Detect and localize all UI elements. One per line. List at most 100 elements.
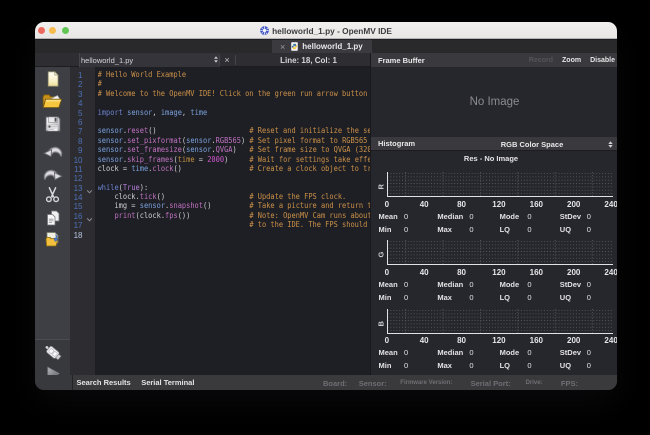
openmv-ide-window: helloworld_1.py - OpenMV IDE × helloworl… (35, 22, 617, 390)
tab-helloworld[interactable]: × helloworld_1.py (272, 40, 372, 53)
document-tabbar: × helloworld_1.py (35, 40, 617, 53)
titlebar[interactable]: helloworld_1.py - OpenMV IDE (35, 22, 617, 39)
stat-value: 0 (527, 361, 531, 370)
color-space-dropdown[interactable]: RGB Color Space (446, 137, 617, 151)
stat-label: Min (379, 361, 392, 370)
record-button[interactable]: Record (529, 57, 553, 64)
paste-icon[interactable] (35, 231, 70, 247)
toolbar-sidebar (35, 67, 70, 375)
x-tick-label: 160 (530, 336, 543, 345)
line-number: 18 (70, 231, 82, 240)
stat-value: 0 (527, 212, 531, 221)
redo-icon[interactable] (35, 167, 70, 182)
line-number: 12 (70, 174, 82, 183)
new-file-icon[interactable] (35, 71, 70, 87)
x-tick-label: 0 (385, 268, 389, 277)
code-token: snapshot (169, 202, 203, 211)
tab-label: helloworld_1.py (302, 42, 362, 51)
app-icon (260, 26, 269, 35)
code-token: # Welcome to the OpenMV IDE! Click on th… (98, 89, 370, 98)
open-folder-icon[interactable] (35, 92, 70, 110)
stat-label: Mode (500, 348, 520, 357)
stat-label: Mode (500, 212, 520, 221)
x-tick-label: 0 (385, 200, 389, 209)
copy-icon[interactable] (35, 210, 70, 226)
statusbar-search-results[interactable]: Search Results (77, 378, 131, 387)
x-tick-label: 200 (567, 336, 580, 345)
code-token: sensor (127, 108, 152, 117)
line-number: 13 (70, 184, 82, 193)
disable-button[interactable]: Disable (590, 57, 615, 64)
code-token (98, 211, 115, 220)
histogram-channel-G: G04080120160200240Mean0Median0Mode0StDev… (371, 240, 617, 308)
frame-buffer-buttons: Record Zoom Disable (529, 57, 615, 64)
tab-close-icon[interactable]: × (280, 43, 285, 51)
stat-value: 0 (469, 280, 473, 289)
fold-marker-icon[interactable] (86, 184, 93, 193)
editor-toolbar: helloworld_1.py × Line: 18, Col: 1 Frame… (35, 53, 617, 67)
code-token: time (178, 155, 195, 164)
zoom-button[interactable]: Zoom (562, 57, 581, 64)
x-tick-label: 40 (420, 336, 429, 345)
stat-value: 0 (404, 280, 408, 289)
code-token: time (190, 108, 207, 117)
code-token: 2000 (207, 155, 224, 164)
stat-value: 0 (587, 361, 591, 370)
statusbar-serial-terminal[interactable]: Serial Terminal (141, 378, 194, 387)
stat-value: 0 (587, 212, 591, 221)
code-token: # Reset and initialize the sensor. (249, 126, 370, 135)
code-token: # to the IDE. The FPS should increase on… (249, 220, 370, 229)
save-icon[interactable] (35, 116, 70, 132)
histogram-plot (387, 240, 613, 265)
stat-label: LQ (500, 225, 510, 234)
close-document-button[interactable]: × (222, 55, 232, 65)
code-token: sensor (140, 202, 165, 211)
code-token: time (131, 164, 148, 173)
connect-icon[interactable] (35, 343, 70, 362)
stat-label: Median (437, 280, 463, 289)
undo-icon[interactable] (35, 144, 70, 159)
stat-label: Mean (379, 348, 398, 357)
no-image-text: No Image (470, 96, 520, 108)
stat-label: Max (437, 293, 452, 302)
open-document-dropdown[interactable]: helloworld_1.py (79, 53, 220, 67)
line-number: 17 (70, 221, 82, 230)
line-number: 9 (70, 146, 82, 155)
code-token: # Create a clock object to track the FPS… (249, 164, 370, 173)
line-number: 5 (70, 109, 82, 118)
x-tick-label: 40 (420, 200, 429, 209)
code-token: reset (127, 126, 148, 135)
fold-marker-icon[interactable] (86, 212, 93, 221)
statusbar-firmware-version: Firmware Version: (400, 380, 452, 386)
histogram-plot (387, 309, 613, 334)
x-tick-label: 120 (492, 336, 505, 345)
stat-value: 0 (527, 280, 531, 289)
code-token: (clock. (136, 211, 166, 220)
x-tick-label: 200 (567, 268, 580, 277)
stat-value: 0 (587, 293, 591, 302)
code-lines: 1# Hello World Example2#3# Welcome to th… (70, 71, 370, 240)
stat-value: 0 (404, 348, 408, 357)
code-token: print (114, 211, 135, 220)
stat-label: Min (379, 293, 392, 302)
stats-row: Min0Max0LQ0UQ0 (371, 293, 617, 303)
code-token: # Set pixel format to RGB565 (or GRAYSCA… (249, 136, 370, 145)
code-token: image (161, 108, 182, 117)
code-line-3: 3# Welcome to the OpenMV IDE! Click on t… (70, 90, 370, 99)
code-token: ) (224, 155, 249, 164)
code-token: skip_frames (127, 155, 173, 164)
stat-label: Mode (500, 280, 520, 289)
stats-row: Mean0Median0Mode0StDev0 (371, 212, 617, 222)
right-panel: No Image Histogram RGB Color Space Res -… (370, 67, 617, 375)
code-token: ) (241, 136, 249, 145)
x-tick-label: 240 (604, 268, 617, 277)
stat-label: Median (437, 348, 463, 357)
code-token: import (98, 108, 123, 117)
cut-icon[interactable] (35, 187, 70, 203)
code-token: # Set frame size to QVGA (320x240) (249, 145, 370, 154)
code-token: sensor (186, 145, 211, 154)
x-axis-ticks: 04080120160200240 (371, 200, 617, 210)
stat-value: 0 (469, 293, 473, 302)
stat-label: Mean (379, 212, 398, 221)
code-editor[interactable]: 1# Hello World Example2#3# Welcome to th… (70, 67, 370, 375)
